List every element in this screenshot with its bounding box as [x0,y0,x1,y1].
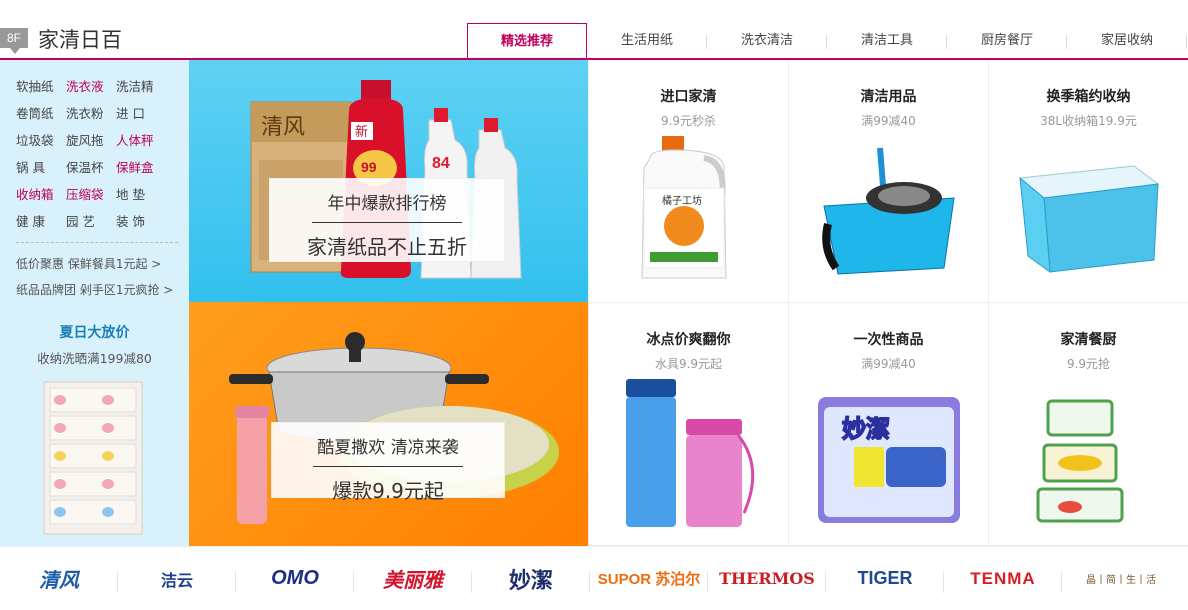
floor-tag: 8F [0,28,28,54]
product-card[interactable]: 冰点价爽翻你 水具9.9元起 [589,303,789,546]
svg-text:新: 新 [355,124,368,139]
banner-top-line2: 家清纸品不止五折 [307,235,467,259]
product-subtitle: 水具9.9元起 [654,357,723,371]
product-card[interactable]: 一次性商品 满99减40 妙潔 [789,303,989,546]
brand-logo[interactable]: 美丽雅 [354,547,472,610]
banner-bottom-caption: 酷夏撒欢 清凉来袭 爆款9.9元起 [271,422,505,503]
category-link[interactable]: 保鲜盒 [116,157,154,176]
category-link[interactable]: 园 艺 [66,211,104,230]
product-card[interactable]: 换季箱约收纳 38L收纳箱19.9元 [989,60,1188,303]
category-link[interactable]: 洗衣粉 [66,103,104,122]
banner-top[interactable]: 清风 99 新 84 年中爆款排行榜 家清纸品不止五折 [189,60,588,302]
storage-box-image [1018,165,1160,274]
brand-logo[interactable]: OMO [236,547,354,610]
detergent-bottle-image: 橘子工坊 [641,136,727,279]
product-subtitle: 9.9元抢 [1066,357,1111,371]
category-link[interactable]: 健 康 [16,211,54,230]
category-row: 健 康 园 艺 装 饰 [16,207,175,234]
tab-laundry[interactable]: 洗衣清洁 [707,23,827,59]
category-link[interactable]: 保温杯 [66,157,104,176]
food-containers-image [1036,399,1124,523]
tab-kitchen[interactable]: 厨房餐厅 [947,23,1067,59]
product-subtitle: 38L收纳箱19.9元 [1040,114,1137,128]
product-grid: 进口家清 9.9元秒杀 橘子工坊 清洁用品 满99减40 换季箱约收纳 38L收… [588,60,1188,546]
category-link[interactable]: 装 饰 [116,211,154,230]
category-divider [16,242,178,243]
brand-text: 清风 [261,115,305,140]
brand-logo[interactable]: 妙潔 [472,547,590,610]
product-card[interactable]: 进口家清 9.9元秒杀 橘子工坊 [589,60,789,303]
brand-bar: 清风 洁云 OMO 美丽雅 妙潔 SUPOR 苏泊尔 THERMOS TIGER… [0,546,1188,610]
promo-link[interactable]: 低价聚惠 保鲜餐具1元起 > [16,251,175,277]
product-title: 一次性商品 [853,332,924,348]
banner-top-caption: 年中爆款排行榜 家清纸品不止五折 [269,178,505,262]
category-row: 软抽纸 洗衣液 洗洁精 [16,72,175,99]
banner-bottom-line1: 酷夏撒欢 清凉来袭 [317,438,459,458]
side-promo[interactable]: 夏日大放价 收纳洗晒满199减80 [0,302,189,546]
side-promo-subtitle: 收纳洗晒满199减80 [37,351,152,366]
category-link[interactable]: 进 口 [116,103,154,122]
banner-top-line1: 年中爆款排行榜 [327,194,447,214]
category-link[interactable]: 地 垫 [116,184,154,203]
category-link[interactable]: 卷筒纸 [16,103,54,122]
floor-title: 家清日百 [38,28,122,52]
product-label-text: 妙潔 [842,416,890,443]
category-row: 卷筒纸 洗衣粉 进 口 [16,99,175,126]
drawer-cabinet-image [43,381,143,535]
product-subtitle: 满99减40 [861,357,916,371]
brand-logo[interactable]: 清风 [0,547,118,610]
category-link[interactable]: 旋风拖 [66,130,104,149]
water-bottles-image [626,379,755,527]
floor-tabs: 精选推荐 生活用纸 洗衣清洁 清洁工具 厨房餐厅 家居收纳 [467,23,1187,60]
banner-bottom[interactable]: 酷夏撒欢 清凉来袭 爆款9.9元起 [189,302,588,546]
product-card[interactable]: 清洁用品 满99减40 [789,60,989,303]
category-link[interactable]: 人体秤 [116,130,154,149]
svg-text:99: 99 [361,159,377,175]
category-panel: 软抽纸 洗衣液 洗洁精 卷筒纸 洗衣粉 进 口 垃圾袋 旋风拖 人体秤 锅 具 … [0,60,189,302]
category-link[interactable]: 垃圾袋 [16,130,54,149]
category-link[interactable]: 收纳箱 [16,184,54,203]
product-title: 冰点价爽翻你 [646,332,731,348]
product-subtitle: 满99减40 [861,114,916,128]
brand-logo[interactable]: TENMA [944,547,1062,610]
brand-logo[interactable]: 洁云 [118,547,236,610]
mop-bucket-image [822,147,955,275]
promo-link[interactable]: 纸品品牌团 剁手区1元疯抢 > [16,277,175,303]
category-link[interactable]: 软抽纸 [16,76,54,95]
side-promo-title: 夏日大放价 [59,325,130,341]
product-title: 家清餐厨 [1060,332,1117,348]
brand-logo[interactable]: SUPOR 苏泊尔 [590,547,708,610]
category-row: 垃圾袋 旋风拖 人体秤 [16,126,175,153]
category-row: 收纳箱 压缩袋 地 垫 [16,180,175,207]
tab-storage[interactable]: 家居收纳 [1067,23,1187,59]
category-link[interactable]: 洗衣液 [66,76,104,95]
disposable-goods-image: 妙潔 [818,397,960,523]
category-row: 锅 具 保温杯 保鲜盒 [16,153,175,180]
category-link[interactable]: 锅 具 [16,157,54,176]
product-label-text: 橘子工坊 [662,194,702,207]
tab-tissue[interactable]: 生活用纸 [587,23,707,59]
brand-logo[interactable]: TIGER [826,547,944,610]
floor-header: 8F 家清日百 精选推荐 生活用纸 洗衣清洁 清洁工具 厨房餐厅 家居收纳 [0,0,1188,60]
product-card[interactable]: 家清餐厨 9.9元抢 [989,303,1188,546]
banner-bottom-line2: 爆款9.9元起 [332,479,444,503]
product-subtitle: 9.9元秒杀 [660,114,717,128]
category-link[interactable]: 洗洁精 [116,76,154,95]
product-title: 换季箱约收纳 [1046,89,1131,105]
product-title: 清洁用品 [860,89,917,105]
category-link[interactable]: 压缩袋 [66,184,104,203]
brand-logo[interactable]: 晶丨简丨生丨活 [1062,547,1180,610]
tab-featured[interactable]: 精选推荐 [467,23,587,60]
product-title: 进口家清 [660,89,717,105]
svg-text:84: 84 [432,155,450,172]
brand-logo[interactable]: THERMOS [708,547,826,610]
tab-cleaning-tools[interactable]: 清洁工具 [827,23,947,59]
